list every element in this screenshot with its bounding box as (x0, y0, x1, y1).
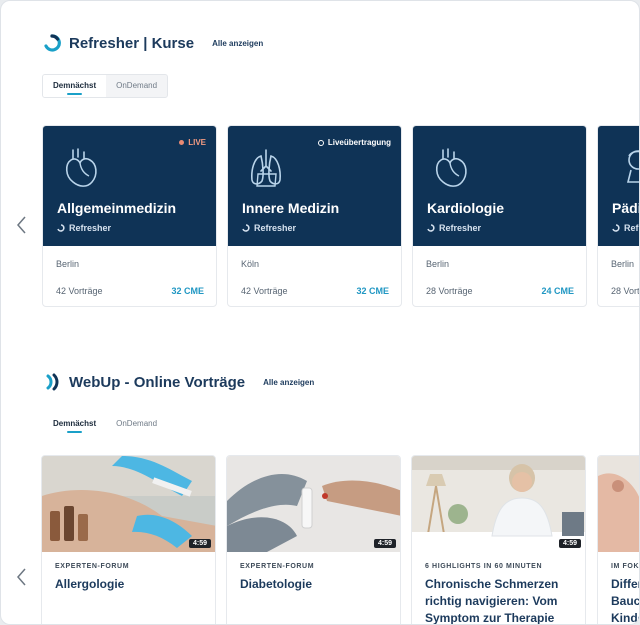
video-duration: 4:59 (188, 539, 211, 548)
video-title: Diabetologie (240, 577, 313, 591)
refresher-mini-icon (57, 224, 65, 232)
webup-tab-upcoming[interactable]: Demnächst (43, 413, 107, 435)
course-city: Berlin (426, 259, 450, 269)
refresher-tab-ondemand[interactable]: OnDemand (106, 75, 167, 97)
video-duration: 4:59 (373, 539, 396, 548)
video-title: Allergologie (55, 577, 125, 591)
course-subtitle-label: Refresher (254, 223, 297, 233)
video-card[interactable]: IM FOK Differ Bauc Kinde (597, 455, 640, 625)
refresher-logo-icon (44, 34, 61, 52)
course-card[interactable]: Liveübertragung Innere Medizin Refresher… (227, 125, 402, 307)
livestream-ring-icon (317, 139, 324, 146)
refresher-tab-upcoming[interactable]: Demnächst (43, 75, 107, 97)
page: Refresher | Kurse Alle anzeigen Demnächs… (0, 0, 640, 625)
live-badge-label: LIVE (188, 138, 206, 147)
course-city: Köln (241, 259, 260, 269)
course-cme: 32 CME (356, 286, 389, 296)
course-city: Berlin (611, 259, 635, 269)
course-talks: 28 Vorträ (611, 286, 640, 296)
course-subtitle: Refr (612, 223, 639, 233)
diabetes-test-image (227, 456, 400, 552)
refresher-mini-icon (427, 224, 435, 232)
course-name: Kardiologie (427, 200, 505, 216)
webup-prev-arrow-icon[interactable] (15, 567, 29, 587)
webup-tabs: Demnächst OnDemand (42, 412, 169, 436)
course-city: Berlin (56, 259, 80, 269)
course-name: Innere Medizin (242, 200, 340, 216)
course-name: Allgemeinmedizin (57, 200, 177, 216)
course-cme: 32 CME (171, 286, 204, 296)
course-card-header: Kardiologie Refresher (413, 126, 586, 246)
refresher-title: Refresher | Kurse (69, 34, 195, 52)
livestream-badge-label: Liveübertragung (327, 138, 391, 147)
course-subtitle-label: Refr (624, 223, 639, 233)
course-name: Pädi (612, 200, 640, 216)
course-card-header: LIVE Allgemeinmedizin Refresher (43, 126, 216, 246)
heart-icon (65, 148, 97, 187)
lungs-icon (251, 149, 281, 187)
course-talks: 42 Vorträge (241, 286, 288, 296)
allergy-test-image (42, 456, 215, 552)
webup-show-all-link[interactable]: Alle anzeigen (263, 378, 314, 387)
video-thumbnail: 4:59 (42, 456, 215, 552)
webup-logo-icon (46, 373, 59, 391)
child-icon (626, 150, 639, 183)
course-card[interactable]: LIVE Allgemeinmedizin Refresher Berlin 4… (42, 125, 217, 307)
course-subtitle: Refresher (242, 223, 296, 233)
course-subtitle-label: Refresher (439, 223, 482, 233)
refresher-mini-icon (242, 224, 250, 232)
course-subtitle: Refresher (57, 223, 111, 233)
video-kicker: 6 HIGHLIGHTS IN 60 MINUTEN (425, 563, 543, 570)
refresher-tabs: Demnächst OnDemand (42, 74, 169, 98)
webup-title: WebUp - Online Vorträge (69, 373, 246, 391)
course-card-header: Liveübertragung Innere Medizin Refresher (228, 126, 401, 246)
child-exam-image (598, 456, 639, 552)
video-thumbnail: 4:59 (227, 456, 400, 552)
course-cme: 24 CME (541, 286, 574, 296)
video-card[interactable]: 4:59 6 HIGHLIGHTS IN 60 MINUTEN Chronisc… (411, 455, 586, 625)
livestream-badge: Liveübertragung (317, 138, 391, 147)
video-title: Differ Bauc Kinde (611, 577, 640, 625)
refresher-mini-icon (612, 224, 620, 232)
live-dot-icon (179, 140, 185, 145)
heart-icon (435, 148, 467, 187)
webup-tab-ondemand[interactable]: OnDemand (106, 413, 167, 435)
video-thumbnail (598, 456, 639, 552)
video-kicker: IM FOK (611, 563, 640, 570)
course-subtitle: Refresher (427, 223, 481, 233)
course-talks: 28 Vorträge (426, 286, 473, 296)
refresher-show-all-link[interactable]: Alle anzeigen (212, 39, 263, 48)
video-kicker: EXPERTEN-FORUM (240, 563, 315, 570)
refresher-header: Refresher | Kurse Alle anzeigen (43, 34, 263, 52)
video-card[interactable]: 4:59 EXPERTEN-FORUM Diabetologie (226, 455, 401, 624)
doctor-desk-image (412, 456, 585, 552)
video-title: Chronische Schmerzen richtig navigieren:… (425, 577, 559, 625)
course-card[interactable]: Pädi Refr Berlin 28 Vorträ (597, 125, 640, 307)
course-subtitle-label: Refresher (69, 223, 112, 233)
live-badge: LIVE (179, 138, 206, 147)
refresher-prev-arrow-icon[interactable] (15, 215, 29, 235)
video-thumbnail: 4:59 (412, 456, 585, 552)
course-card[interactable]: Kardiologie Refresher Berlin 28 Vorträge… (412, 125, 587, 307)
course-card-header: Pädi Refr (598, 126, 640, 246)
video-card[interactable]: 4:59 EXPERTEN-FORUM Allergologie (41, 455, 216, 624)
course-talks: 42 Vorträge (56, 286, 103, 296)
webup-header: WebUp - Online Vorträge Alle anzeigen (43, 373, 314, 391)
video-kicker: EXPERTEN-FORUM (55, 563, 130, 570)
video-duration: 4:59 (558, 539, 581, 548)
